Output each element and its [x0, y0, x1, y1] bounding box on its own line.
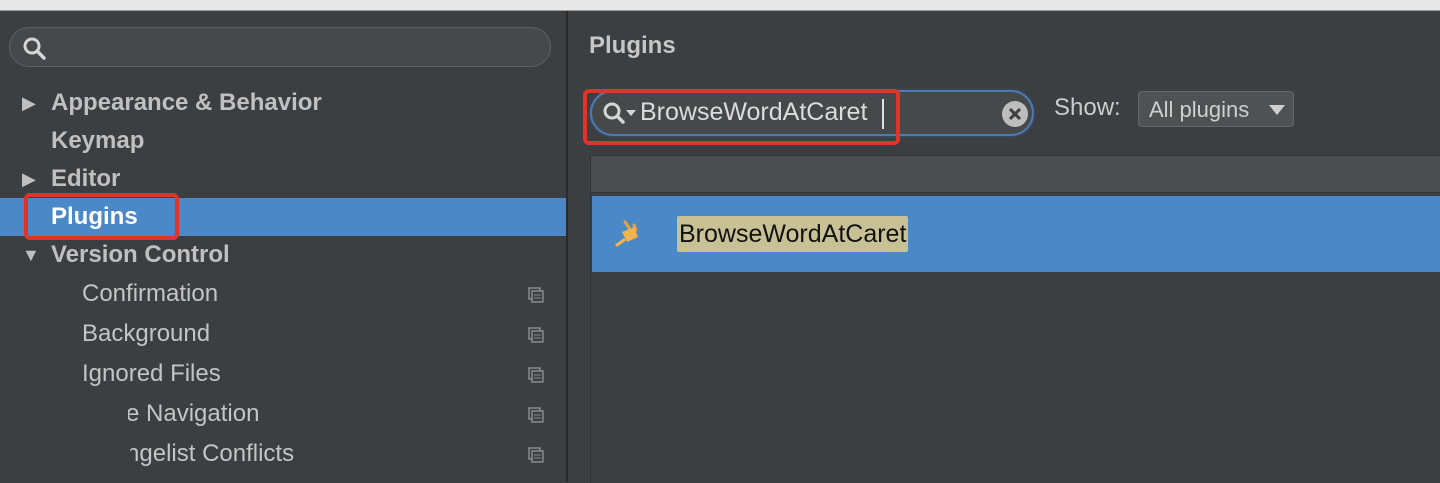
sidebar-item-label: Confirmation [82, 280, 219, 307]
collapse-arrow-icon[interactable]: ▼ [22, 236, 40, 274]
sidebar-item-label: Appearance & Behavior [51, 89, 322, 116]
occlusion [78, 437, 130, 471]
sidebar-item-keymap[interactable]: Keymap [0, 122, 566, 160]
sidebar-item-background[interactable]: Background [0, 315, 566, 353]
search-icon [22, 36, 48, 67]
sidebar-item-version-control[interactable]: ▼ Version Control [0, 236, 566, 274]
show-filter-value: All plugins [1149, 97, 1250, 122]
sidebar-item-label: Editor [51, 165, 121, 192]
sidebar-search-input[interactable] [9, 27, 551, 67]
sidebar-item-plugins[interactable]: Plugins [0, 198, 566, 236]
sidebar-item-label: Ignored Files [82, 360, 221, 387]
plugin-search-value[interactable]: BrowseWordAtCaret [640, 98, 867, 127]
occlusion [78, 471, 138, 482]
project-level-icon [528, 327, 544, 343]
sidebar-item-label: Background [82, 320, 211, 347]
sidebar-item-label: Version Control [51, 241, 230, 268]
window-top-edge [0, 0, 1440, 11]
sidebar-item-label: Keymap [51, 127, 145, 154]
sidebar-item-label: Plugins [51, 203, 138, 230]
occlusion [78, 397, 128, 413]
expand-arrow-icon[interactable]: ▶ [22, 160, 36, 198]
sidebar-item-confirmation[interactable]: Confirmation [0, 275, 566, 313]
clear-search-icon[interactable] [1002, 101, 1028, 127]
chevron-down-icon [1269, 105, 1285, 115]
occlusion [78, 413, 128, 437]
show-filter-label: Show: [1054, 94, 1121, 121]
page-title: Plugins [589, 32, 676, 59]
sidebar-item-editor[interactable]: ▶ Editor [0, 160, 566, 198]
plugin-name-highlight: BrowseWordAtCaret [677, 216, 909, 252]
sidebar-item-appearance-behavior[interactable]: ▶ Appearance & Behavior [0, 84, 566, 122]
project-level-icon [528, 447, 544, 463]
search-history-icon[interactable] [602, 100, 638, 126]
text-caret [882, 99, 884, 129]
plugin-plug-icon [615, 220, 638, 247]
project-level-icon [528, 407, 544, 423]
sidebar-item-ignored-files[interactable]: Ignored Files [0, 355, 566, 393]
expand-arrow-icon[interactable]: ▶ [22, 84, 36, 122]
project-level-icon [528, 287, 544, 303]
plugin-name[interactable]: BrowseWordAtCaret [679, 220, 906, 248]
plugin-list-header[interactable] [591, 156, 1440, 193]
show-filter-dropdown[interactable]: All plugins [1138, 91, 1294, 127]
project-level-icon [528, 367, 544, 383]
